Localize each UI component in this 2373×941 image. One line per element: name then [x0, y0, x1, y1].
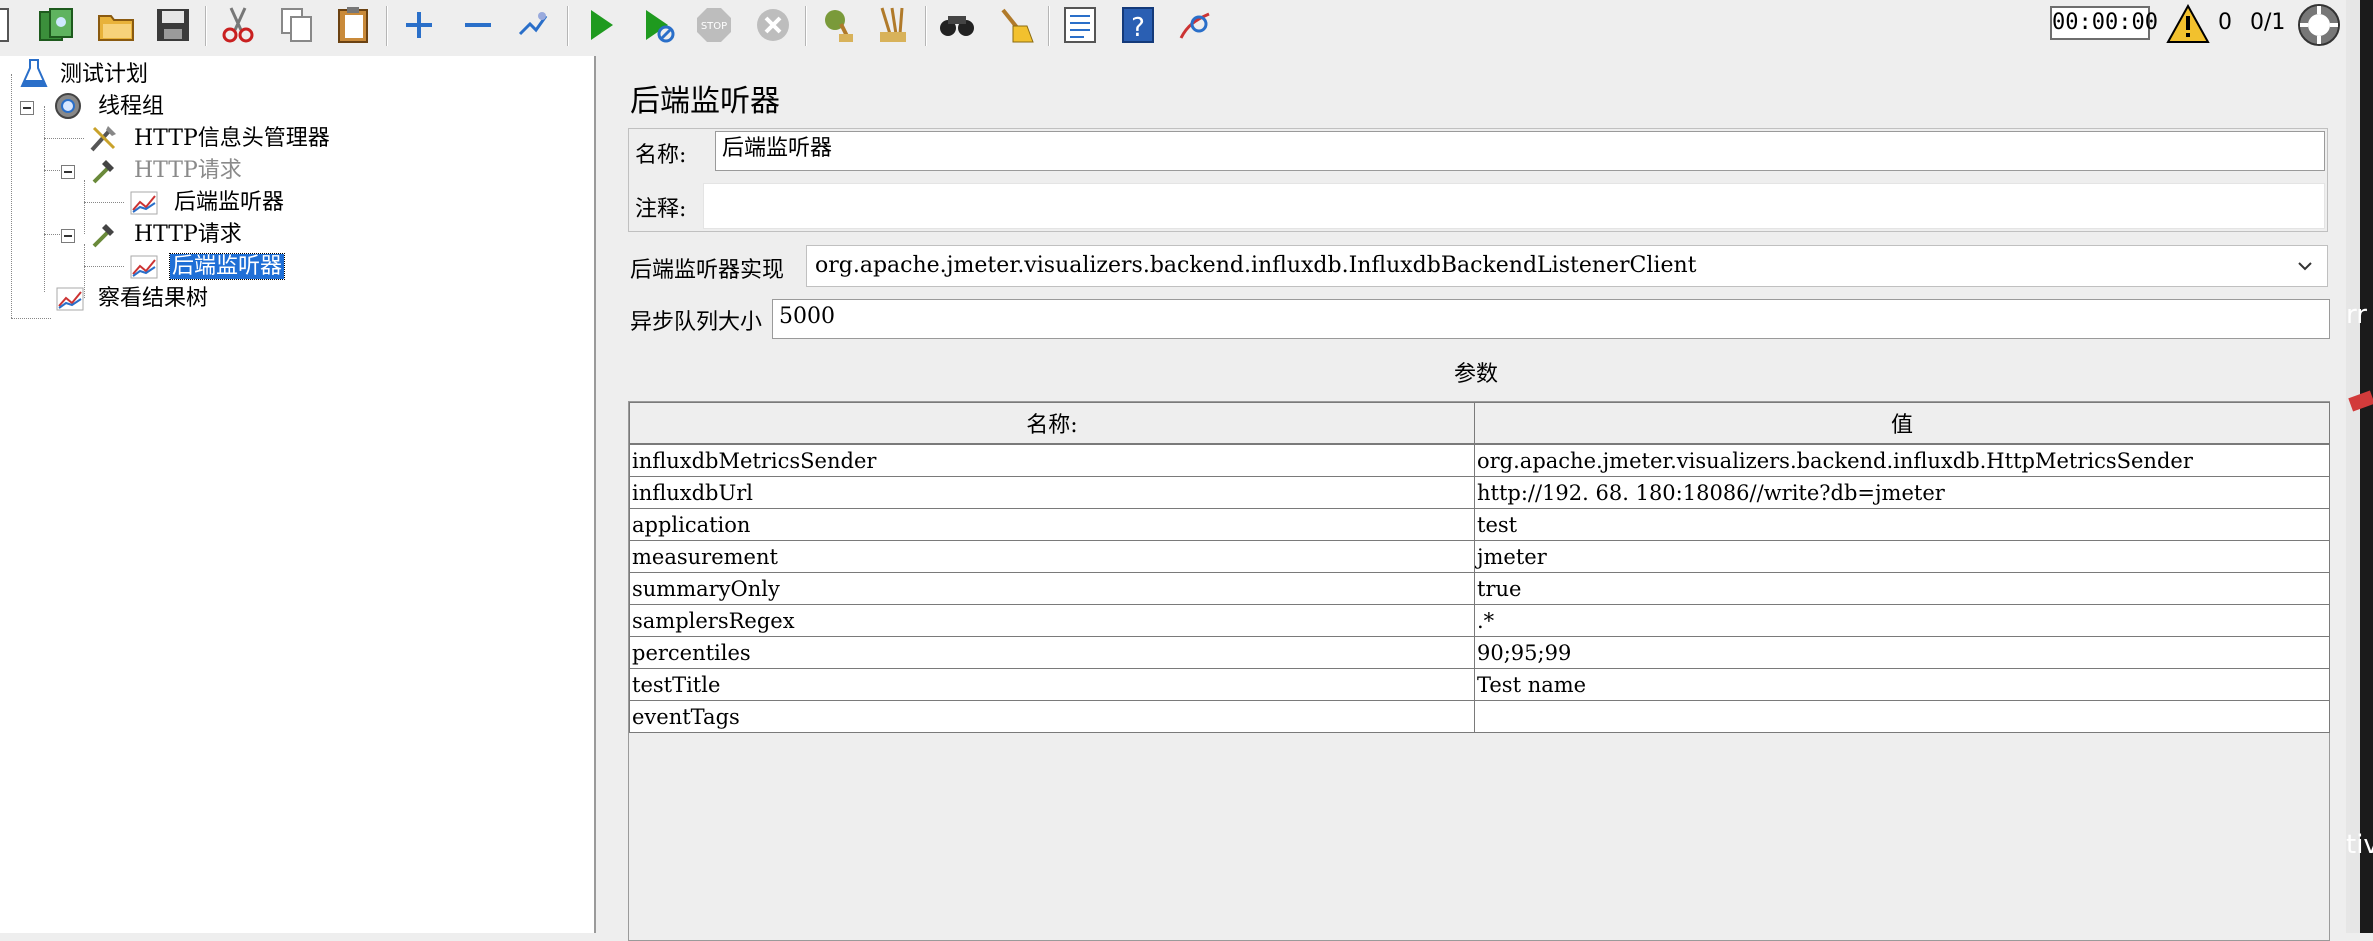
param-value[interactable]: true: [1474, 572, 2330, 605]
chevron-down-icon: [2298, 262, 2312, 271]
queue-size-field[interactable]: 5000: [772, 299, 2330, 339]
svg-text:STOP: STOP: [701, 21, 727, 32]
param-value[interactable]: .*: [1474, 604, 2330, 637]
comment-label: 注释:: [635, 197, 687, 222]
table-row[interactable]: percentiles 90;95;99: [629, 636, 2330, 669]
tree-item-thread-group[interactable]: 线程组: [96, 92, 166, 122]
edge-text-top: rr: [2346, 300, 2367, 330]
expander-http-request-1[interactable]: [61, 165, 75, 179]
tree-item-view-results-tree[interactable]: 察看结果树: [96, 284, 210, 314]
gear-icon: [55, 93, 81, 119]
clear-icon[interactable]: [815, 4, 857, 46]
impl-select[interactable]: org.apache.jmeter.visualizers.backend.in…: [806, 245, 2328, 287]
param-name[interactable]: samplersRegex: [629, 604, 1475, 637]
templates-icon[interactable]: [36, 4, 78, 46]
impl-select-value: org.apache.jmeter.visualizers.backend.in…: [815, 253, 1697, 278]
param-name[interactable]: application: [629, 508, 1475, 541]
param-name[interactable]: eventTags: [629, 700, 1475, 733]
table-row[interactable]: eventTags: [629, 700, 2330, 733]
param-value[interactable]: [1474, 700, 2330, 733]
name-comment-group: 名称: 后端监听器 注释:: [628, 128, 2328, 232]
backend-listener-editor: 后端监听器 名称: 后端监听器 注释: 后端监听器实现 org.apache.j…: [606, 56, 2346, 941]
pipette-icon: [92, 224, 114, 248]
param-name[interactable]: influxdbUrl: [629, 476, 1475, 509]
params-title: 参数: [1453, 362, 1498, 387]
param-value[interactable]: Test name: [1474, 668, 2330, 701]
active-threads: 0/1: [2250, 10, 2286, 35]
table-row[interactable]: influxdbUrl http://192. 68. 180:18086//wr…: [629, 476, 2330, 509]
page-title: 后端监听器: [630, 84, 780, 119]
expander-http-request-2[interactable]: [61, 229, 75, 243]
start-icon[interactable]: [579, 4, 621, 46]
function-helper-icon[interactable]: [1059, 4, 1101, 46]
param-name[interactable]: influxdbMetricsSender: [629, 443, 1475, 477]
param-name[interactable]: testTitle: [629, 668, 1475, 701]
flask-icon: [20, 59, 48, 87]
tree-item-http-request-disabled[interactable]: HTTP请求: [132, 156, 244, 186]
tree-item-backend-listener-selected[interactable]: 后端监听器: [168, 252, 286, 282]
table-row[interactable]: samplersRegex .*: [629, 604, 2330, 637]
toggle-icon[interactable]: [512, 4, 554, 46]
new-icon[interactable]: [0, 4, 16, 46]
warning-icon[interactable]: [2166, 4, 2210, 44]
collapse-icon[interactable]: [457, 4, 499, 46]
params-table[interactable]: 名称: 值 influxdbMetricsSender org.apache.jm…: [628, 401, 2330, 941]
panel-splitter[interactable]: [594, 56, 606, 933]
toolbar: STOP ? 00:00:00 0 0/1: [0, 0, 2373, 54]
column-header-name[interactable]: 名称:: [629, 402, 1475, 445]
param-name[interactable]: summaryOnly: [629, 572, 1475, 605]
tree-item-http-request[interactable]: HTTP请求: [132, 220, 244, 250]
shutdown-icon[interactable]: [752, 4, 794, 46]
param-value[interactable]: org.apache.jmeter.visualizers.backend.in…: [1474, 443, 2330, 477]
reset-search-icon[interactable]: [995, 4, 1037, 46]
edge-text-bottom: tiv: [2346, 830, 2373, 860]
expander-thread-group[interactable]: [20, 101, 34, 115]
chart-icon: [56, 287, 84, 311]
table-row[interactable]: application test: [629, 508, 2330, 541]
param-value[interactable]: jmeter: [1474, 540, 2330, 573]
start-no-pause-icon[interactable]: [636, 4, 678, 46]
queue-size-label: 异步队列大小: [630, 310, 763, 335]
svg-text:?: ?: [1131, 13, 1145, 43]
cut-icon[interactable]: [217, 4, 259, 46]
tree-item-test-plan[interactable]: 测试计划: [58, 60, 150, 90]
comment-field[interactable]: [703, 183, 2325, 229]
chart-icon: [130, 255, 158, 279]
pipette-icon: [92, 160, 114, 184]
tree-item-http-header-manager[interactable]: HTTP信息头管理器: [132, 124, 332, 154]
search-icon[interactable]: [936, 4, 978, 46]
scrollbar[interactable]: [2346, 0, 2360, 933]
warning-count: 0: [2218, 10, 2232, 35]
remote-config-icon[interactable]: [1175, 4, 1217, 46]
help-icon[interactable]: ?: [1117, 4, 1159, 46]
remote-start-icon[interactable]: [2296, 2, 2342, 48]
param-value[interactable]: http://192. 68. 180:18086//write?db=jmet…: [1474, 476, 2330, 509]
chart-icon: [130, 191, 158, 215]
tools-icon: [90, 126, 116, 152]
column-header-value[interactable]: 值: [1474, 402, 2330, 445]
param-value[interactable]: 90;95;99: [1474, 636, 2330, 669]
table-row[interactable]: testTitle Test name: [629, 668, 2330, 701]
param-name[interactable]: measurement: [629, 540, 1475, 573]
table-row[interactable]: influxdbMetricsSender org.apache.jmeter.v…: [629, 443, 2330, 477]
name-field[interactable]: 后端监听器: [715, 131, 2325, 171]
table-row[interactable]: summaryOnly true: [629, 572, 2330, 605]
expand-icon[interactable]: [398, 4, 440, 46]
param-name[interactable]: percentiles: [629, 636, 1475, 669]
tree-item-backend-listener-1[interactable]: 后端监听器: [172, 188, 286, 218]
open-icon[interactable]: [95, 4, 137, 46]
elapsed-timer: 00:00:00: [2050, 6, 2158, 40]
name-label: 名称:: [635, 143, 687, 168]
impl-label: 后端监听器实现: [630, 258, 785, 283]
paste-icon[interactable]: [333, 4, 375, 46]
test-plan-tree[interactable]: 测试计划 线程组 HTTP信息头管理器 HTTP请求 后端监听器 HTTP请求 …: [0, 56, 594, 933]
table-row[interactable]: measurement jmeter: [629, 540, 2330, 573]
param-value[interactable]: test: [1474, 508, 2330, 541]
stop-icon[interactable]: STOP: [693, 4, 735, 46]
clear-all-icon[interactable]: [872, 4, 914, 46]
copy-icon[interactable]: [276, 4, 318, 46]
save-icon[interactable]: [152, 4, 194, 46]
